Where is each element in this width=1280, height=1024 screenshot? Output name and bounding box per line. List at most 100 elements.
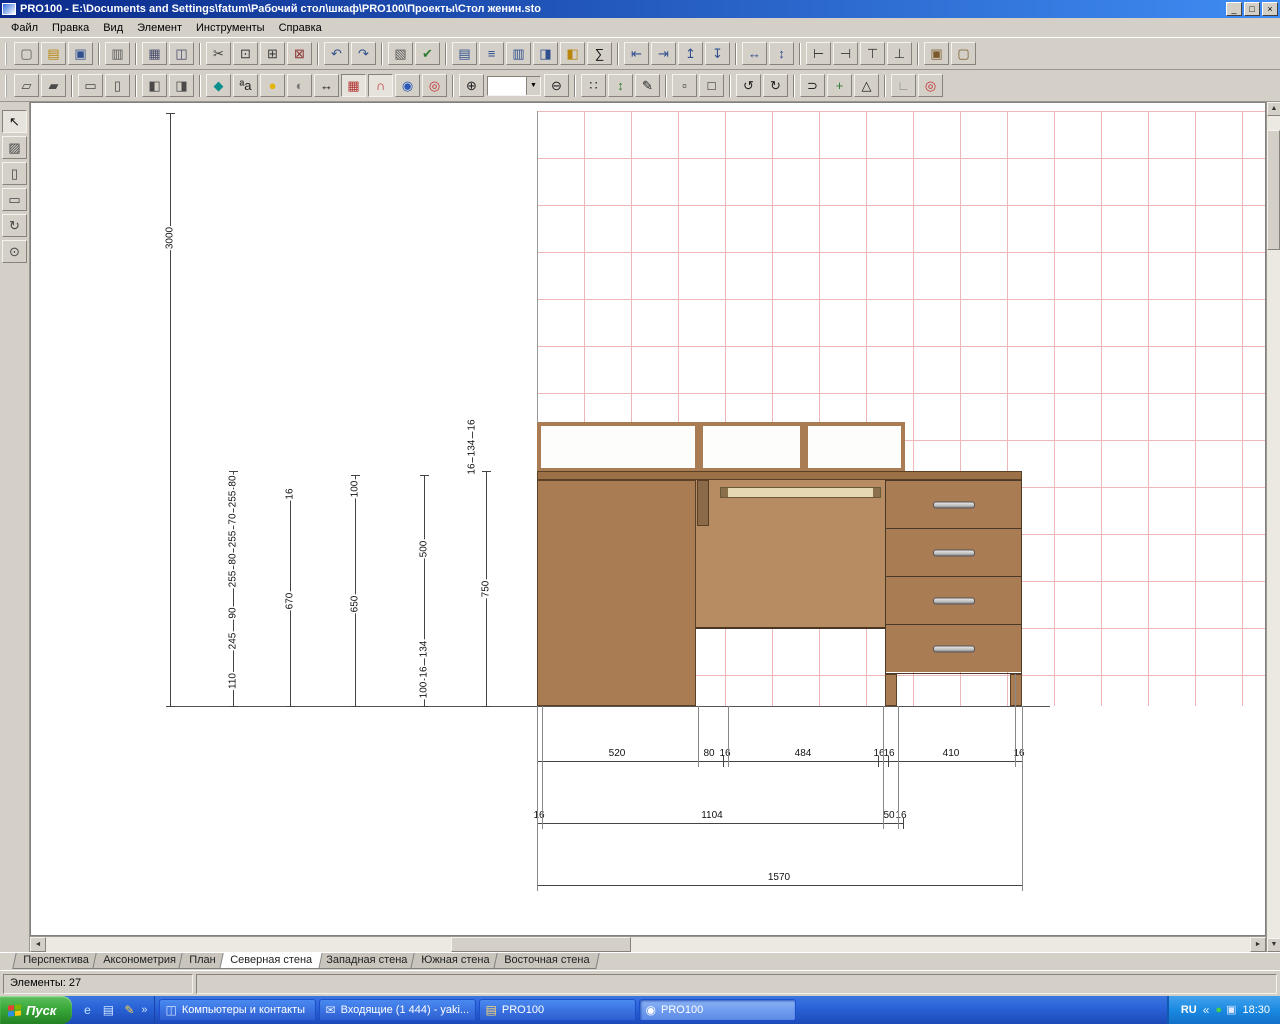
select-frame-button[interactable]: ▫ <box>672 74 697 97</box>
toolbar-grip[interactable] <box>5 75 8 97</box>
report-list-button[interactable]: ≡ <box>479 42 504 65</box>
menu-item-2[interactable]: Вид <box>96 20 130 36</box>
light-button[interactable]: ● <box>260 74 285 97</box>
sphere-button[interactable]: ◉ <box>395 74 420 97</box>
antivirus-tray-icon[interactable]: ● <box>1215 1005 1222 1016</box>
toolbar-grip[interactable] <box>5 43 8 65</box>
labels-button[interactable]: ªa <box>233 74 258 97</box>
snap-grid-button[interactable]: ∷ <box>581 74 606 97</box>
desk-leg-right[interactable] <box>1010 674 1022 706</box>
vertical-scrollbar[interactable]: ▲ ▼ <box>1266 102 1280 952</box>
contacts-window-button[interactable]: ◫Компьютеры и контакты <box>159 999 316 1021</box>
pro100-folder-window-button[interactable]: ▤PRO100 <box>479 999 636 1021</box>
zoom-combo[interactable]: ▼ <box>487 76 541 96</box>
quick-launch-overflow-icon[interactable]: » <box>141 1004 147 1016</box>
align-bottom-button[interactable]: ⊥ <box>887 42 912 65</box>
inbox-window-button[interactable]: ✉Входящие (1 444) - yaki... <box>319 999 476 1021</box>
group-button[interactable]: ▣ <box>924 42 949 65</box>
move-up-button[interactable]: ↥ <box>678 42 703 65</box>
pro100-app-window-button[interactable]: ◉PRO100 <box>639 999 796 1021</box>
keyboard-tray-rail[interactable] <box>720 487 881 498</box>
center-view-button[interactable]: ◎ <box>422 74 447 97</box>
open-button[interactable]: ▤ <box>41 42 66 65</box>
select-inside-button[interactable]: □ <box>699 74 724 97</box>
rotate-left-button[interactable]: ↺ <box>736 74 761 97</box>
mirror-button[interactable]: △ <box>854 74 879 97</box>
align-top-button[interactable]: ⊤ <box>860 42 885 65</box>
drawing-canvas[interactable]: 3000802557025580255902451101667010065050… <box>30 102 1266 936</box>
v-scroll-track[interactable] <box>1267 116 1280 938</box>
redo-button[interactable]: ↷ <box>351 42 376 65</box>
tab-3[interactable]: Северная стена <box>219 953 322 969</box>
close-button[interactable]: × <box>1262 2 1278 16</box>
v-scroll-thumb[interactable] <box>1267 130 1280 250</box>
textures-button[interactable]: ◆ <box>206 74 231 97</box>
zoom-in-button[interactable]: ⊕ <box>459 74 484 97</box>
tab-0[interactable]: Перспектива <box>12 953 99 969</box>
h-scroll-thumb[interactable] <box>451 937 631 952</box>
start-button[interactable]: Пуск <box>0 996 72 1024</box>
menu-item-5[interactable]: Справка <box>272 20 329 36</box>
sum-button[interactable]: ∑ <box>587 42 612 65</box>
drawer-4[interactable] <box>886 625 1021 672</box>
move-tool-button[interactable]: + <box>827 74 852 97</box>
zoom-tool-button[interactable]: ⊙ <box>2 240 27 263</box>
tab-1[interactable]: Аксонометрия <box>92 953 186 969</box>
drawer-3[interactable] <box>886 577 1021 625</box>
zoom-out-button[interactable]: ⊖ <box>544 74 569 97</box>
desk-left-cabinet[interactable] <box>537 480 696 706</box>
menu-item-1[interactable]: Правка <box>45 20 96 36</box>
standards-button[interactable]: ✔ <box>415 42 440 65</box>
copy-button[interactable]: ⊡ <box>233 42 258 65</box>
view-solid-button[interactable]: ▰ <box>41 74 66 97</box>
rotate-right-button[interactable]: ↻ <box>763 74 788 97</box>
zoom-dropdown-icon[interactable]: ▼ <box>526 77 540 95</box>
menu-item-3[interactable]: Элемент <box>130 20 189 36</box>
horizontal-scrollbar[interactable]: ◄ ► <box>30 936 1266 952</box>
corner-button[interactable]: ∟ <box>891 74 916 97</box>
magnet-button[interactable]: ∩ <box>368 74 393 97</box>
save-button[interactable]: ▣ <box>68 42 93 65</box>
export-button[interactable]: ▥ <box>105 42 130 65</box>
center-v-button[interactable]: ↕ <box>769 42 794 65</box>
align-right-button[interactable]: ⊣ <box>833 42 858 65</box>
tab-4[interactable]: Западная стена <box>315 953 418 969</box>
report-cut-button[interactable]: ◨ <box>533 42 558 65</box>
edit-shape-button[interactable]: ✎ <box>635 74 660 97</box>
new-button[interactable]: ▢ <box>14 42 39 65</box>
minimize-button[interactable]: _ <box>1226 2 1242 16</box>
align-left-button[interactable]: ⊢ <box>806 42 831 65</box>
move-left-button[interactable]: ⇤ <box>624 42 649 65</box>
grid-button[interactable]: ▦ <box>341 74 366 97</box>
notes-icon[interactable]: ✎ <box>120 1001 138 1019</box>
drawer-2[interactable] <box>886 529 1021 577</box>
paste-tool-button[interactable]: ▯ <box>2 162 27 185</box>
desk-worktop[interactable] <box>537 471 1022 480</box>
desk-top-shelf[interactable] <box>537 422 905 472</box>
tab-5[interactable]: Южная стена <box>410 953 500 969</box>
desk-back-panel[interactable] <box>696 480 885 629</box>
price-list-button[interactable]: ◧ <box>560 42 585 65</box>
scroll-down-icon[interactable]: ▼ <box>1267 938 1280 952</box>
report-sheet-button[interactable]: ▥ <box>506 42 531 65</box>
select-tool-button[interactable]: ↖ <box>2 110 27 133</box>
center-h-button[interactable]: ↔ <box>742 42 767 65</box>
view-room-button[interactable]: ▭ <box>78 74 103 97</box>
dimension-lines-button[interactable]: ↔ <box>314 74 339 97</box>
cut-plane-button[interactable]: ▨ <box>2 136 27 159</box>
measure-tool-button[interactable]: ▭ <box>2 188 27 211</box>
cut-button[interactable]: ✂ <box>206 42 231 65</box>
shelf-divider[interactable] <box>695 426 703 468</box>
view-side-button[interactable]: ◨ <box>169 74 194 97</box>
paste-button[interactable]: ⊞ <box>260 42 285 65</box>
tray-chevron-icon[interactable]: « <box>1203 1003 1210 1017</box>
language-indicator[interactable]: RU <box>1181 1004 1197 1016</box>
rotate-90-button[interactable]: ⊃ <box>800 74 825 97</box>
menu-item-4[interactable]: Инструменты <box>189 20 272 36</box>
ungroup-button[interactable]: ▢ <box>951 42 976 65</box>
tab-6[interactable]: Восточная стена <box>493 953 600 969</box>
drawer-1[interactable] <box>886 481 1021 529</box>
shadow-button[interactable]: ◐ <box>287 74 312 97</box>
keyboard-tray-icon[interactable]: ▣ <box>1226 1005 1236 1016</box>
move-down-button[interactable]: ↧ <box>705 42 730 65</box>
